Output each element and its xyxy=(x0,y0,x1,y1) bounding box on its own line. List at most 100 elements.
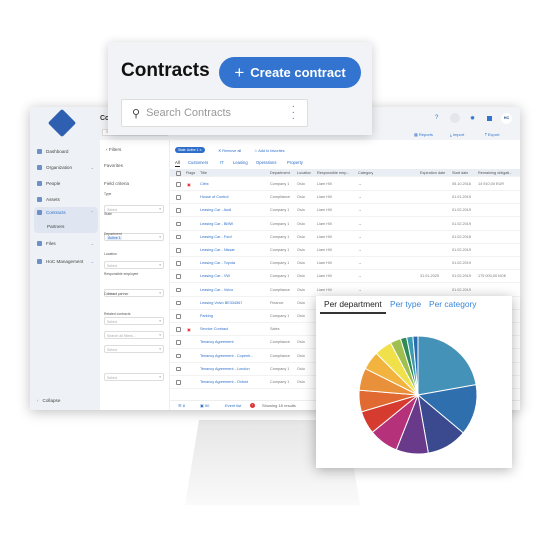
contract-title-link[interactable]: Leasing Car - Audi xyxy=(200,208,231,212)
apps-icon[interactable] xyxy=(487,116,492,121)
row-checkbox[interactable] xyxy=(176,380,181,385)
filter-select[interactable]: Select xyxy=(104,345,164,353)
column-header[interactable]: Expiration date xyxy=(420,171,445,175)
location-cell: Oslo xyxy=(297,221,305,226)
column-header[interactable]: Start date xyxy=(452,171,468,175)
table-row[interactable]: Leasing Car - Nissan Company 1 Oslo Liam Hi… xyxy=(170,244,520,257)
row-checkbox[interactable] xyxy=(176,234,181,240)
row-checkbox[interactable] xyxy=(176,261,181,266)
row-checkbox[interactable] xyxy=(176,287,181,293)
contract-title-link[interactable]: Leasing Car - Toyota xyxy=(200,261,235,265)
contract-title-link[interactable]: Leasing Car - Ford xyxy=(200,235,232,239)
contract-title-link[interactable]: Tenancy Agreement - London xyxy=(200,367,250,371)
row-checkbox[interactable] xyxy=(176,353,181,359)
column-header[interactable]: Category xyxy=(358,171,373,175)
sidebar-item-files[interactable]: Files ⌄ xyxy=(34,237,98,249)
export-button[interactable]: ⤒ Export xyxy=(485,132,499,137)
sidebar-item-people[interactable]: People xyxy=(34,177,98,189)
column-header[interactable]: Location xyxy=(297,171,311,175)
row-checkbox[interactable] xyxy=(176,208,181,213)
remove-all-button[interactable]: ✕ Remove all xyxy=(218,148,241,153)
row-checkbox[interactable] xyxy=(176,195,181,200)
active-chip[interactable]: Active 1 xyxy=(107,235,122,240)
more-options-icon[interactable]: · · · xyxy=(292,102,295,124)
favorites-toggle[interactable]: Favorites xyxy=(104,163,123,168)
contract-title-link[interactable]: Leasing Volvo BE334567 xyxy=(200,301,242,305)
contract-title-link[interactable]: Leasing Car - Volvo xyxy=(200,288,233,292)
contract-title-link[interactable]: Citrix xyxy=(200,182,209,186)
contract-title-link[interactable]: Leasing Car - BMW xyxy=(200,222,233,226)
filter-select[interactable]: Select xyxy=(104,261,164,269)
sidebar-item-assets[interactable]: Assets xyxy=(34,193,98,205)
table-row[interactable]: Leasing Car - VW Company 1 Oslo Liam Hill Le… xyxy=(170,270,520,284)
contract-title-link[interactable]: Leasing Car - VW xyxy=(200,274,230,278)
responsible-cell: Liam Hill xyxy=(317,221,332,226)
search-icon: ⚲ xyxy=(132,107,141,120)
row-checkbox[interactable] xyxy=(176,300,181,306)
table-row[interactable]: House of Control Compliance Oslo Liam Hill L… xyxy=(170,191,520,205)
tab-leasing[interactable]: Leasing xyxy=(233,160,248,166)
column-header[interactable]: Flags xyxy=(186,171,195,175)
sidebar-item-dashboard[interactable]: Dashboard xyxy=(34,145,98,157)
department-cell: Compliance xyxy=(270,353,291,358)
collapse-button[interactable]: ‹ Collapse xyxy=(34,394,98,406)
tab-property[interactable]: Property xyxy=(287,160,303,166)
sidebar-item-hoc-management[interactable]: HoC Management ⌄ xyxy=(34,255,98,267)
filters-title[interactable]: ‹ Filters xyxy=(106,147,121,152)
row-checkbox[interactable] xyxy=(176,327,181,332)
department-cell: Company 1 xyxy=(270,261,290,266)
sidebar-item-partners[interactable]: Partners xyxy=(34,220,98,232)
table-row[interactable]: Leasing Car - Toyota Company 1 Oslo Liam Hi… xyxy=(170,257,520,271)
sidebar-item-organization[interactable]: Organization ⌄ xyxy=(34,161,98,173)
row-checkbox[interactable] xyxy=(176,274,181,279)
event-list-button[interactable]: Event list xyxy=(225,403,241,408)
row-checkbox[interactable] xyxy=(176,314,181,319)
contract-title-link[interactable]: Tenancy Agreement - Copenh... xyxy=(200,354,253,358)
column-header[interactable]: Department xyxy=(270,171,290,175)
search-contracts-input[interactable]: ⚲ Search Contracts · · · xyxy=(121,99,308,127)
rows-count[interactable]: ☰ 8 xyxy=(178,403,185,408)
row-checkbox[interactable] xyxy=(176,340,181,345)
contract-title-link[interactable]: Service Contract xyxy=(200,327,228,331)
category-cell: Leasing → Company cars xyxy=(358,208,362,213)
filter-select[interactable]: Select xyxy=(104,373,164,381)
contract-title-link[interactable]: Leasing Car - Nissan xyxy=(200,248,235,252)
table-row[interactable]: Leasing Car - BMW Company 1 Oslo Liam Hill L… xyxy=(170,218,520,231)
gear-icon[interactable]: ✹ xyxy=(470,115,475,122)
column-header[interactable]: Responsible emp... xyxy=(317,171,350,175)
filter-select[interactable]: Select xyxy=(104,317,164,325)
column-header[interactable]: Title xyxy=(200,171,207,175)
add-to-favorites-button[interactable]: ☆ Add to favorites xyxy=(254,148,285,153)
row-checkbox[interactable] xyxy=(176,182,181,187)
state-filter-chip[interactable]: State: Active 1 ✕ xyxy=(175,147,205,153)
create-contract-button[interactable]: + Create contract xyxy=(219,57,361,88)
contract-title-link[interactable]: Parking xyxy=(200,314,213,318)
tab-customers[interactable]: Customers xyxy=(188,160,208,166)
contract-title-link[interactable]: Tenancy Agreement - Oxford xyxy=(200,380,248,384)
search-all-filters-input[interactable]: Search all filters... xyxy=(104,331,164,339)
contract-title-link[interactable]: House of Control xyxy=(200,195,229,199)
table-row[interactable]: Leasing Car - Ford Company 1 Oslo Liam Hill… xyxy=(170,231,520,244)
row-checkbox[interactable] xyxy=(176,221,181,227)
filter-select[interactable]: Select xyxy=(104,205,164,213)
tab-it[interactable]: IT xyxy=(220,160,224,166)
contract-title-link[interactable]: Tenancy Agreement xyxy=(200,340,234,344)
help-icon[interactable]: ? xyxy=(435,115,438,121)
flag-icon: ▣ xyxy=(187,328,191,333)
page-size[interactable]: ▣ 50 xyxy=(200,403,209,408)
select-all-checkbox[interactable] xyxy=(176,171,181,176)
avatar[interactable]: HC xyxy=(501,113,512,124)
field-criteria-toggle[interactable]: Field criteria xyxy=(104,181,129,186)
tab-all[interactable]: All xyxy=(175,160,180,167)
table-row[interactable]: Leasing Car - Audi Company 1 Oslo Liam Hill… xyxy=(170,204,520,218)
row-checkbox[interactable] xyxy=(176,248,181,253)
table-row[interactable]: ▣ Citrix Company 1 Oslo Liam Hill Leasing → S… xyxy=(170,178,520,191)
column-header[interactable]: Remaining obligati... xyxy=(478,171,512,175)
reports-button[interactable]: ▦ Reports xyxy=(414,132,433,137)
row-checkbox[interactable] xyxy=(176,366,181,372)
table-row[interactable]: Leasing Car - Volvo Compliance Oslo Liam Hi… xyxy=(170,284,520,297)
tab-operations[interactable]: Operations xyxy=(256,160,276,166)
import-button[interactable]: ⤓ Import xyxy=(450,132,464,137)
location-cell: Oslo xyxy=(297,380,305,384)
bell-icon[interactable] xyxy=(450,113,460,123)
